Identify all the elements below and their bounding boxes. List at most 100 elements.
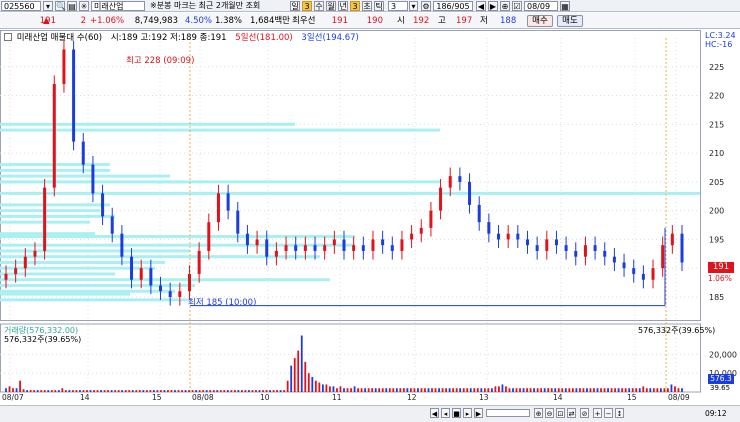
zoom-out-icon[interactable]: ⊖ bbox=[545, 408, 554, 418]
volume-bar bbox=[392, 388, 395, 392]
volume-bar bbox=[226, 390, 229, 392]
price-tick-label: 215 bbox=[709, 120, 724, 129]
period-week-button[interactable]: 수 bbox=[314, 1, 324, 11]
volume-bar bbox=[522, 388, 525, 392]
candle-body bbox=[33, 250, 37, 257]
volume-bar bbox=[350, 388, 352, 392]
candle-body bbox=[245, 233, 249, 246]
volume-bar bbox=[54, 390, 57, 392]
volume-bar bbox=[519, 388, 521, 392]
stop-icon[interactable]: ■ bbox=[452, 408, 461, 418]
sell-button[interactable]: 매도 bbox=[557, 15, 583, 27]
scrollbar-track[interactable] bbox=[486, 409, 530, 417]
interval-input[interactable]: 3 bbox=[388, 1, 408, 11]
profile-bar bbox=[0, 128, 440, 132]
volume-bar bbox=[177, 390, 180, 392]
best-bid: 190 bbox=[366, 16, 383, 26]
gear-icon[interactable]: ⚙ bbox=[421, 1, 431, 11]
profile-bar bbox=[0, 235, 355, 239]
volume-bar bbox=[195, 390, 198, 392]
volume-bar bbox=[223, 390, 226, 392]
volume-bar bbox=[529, 388, 532, 392]
volume-bar bbox=[374, 388, 377, 392]
menu-icon[interactable]: ▤ bbox=[67, 1, 77, 11]
volume-bar bbox=[659, 388, 662, 392]
time-tick-label: 12 bbox=[407, 393, 417, 402]
chart-area[interactable]: 18519019520020521021522022520,00010,0000… bbox=[0, 30, 740, 422]
volume-bar bbox=[564, 388, 567, 392]
minute-toggle[interactable]: 3 bbox=[350, 1, 360, 11]
volume-ratio: 4.50% bbox=[185, 16, 213, 26]
zoom-in-icon[interactable]: ⊕ bbox=[534, 408, 543, 418]
volume-bar bbox=[406, 388, 409, 392]
candle-body bbox=[226, 193, 230, 211]
candlestick-chart[interactable]: 18519019520020521021522022520,00010,0000… bbox=[0, 30, 740, 422]
scroll-left-icon[interactable]: ◀ bbox=[476, 1, 486, 11]
notice-text: ※분봉 마크는 최근 2개월만 조회 bbox=[150, 1, 261, 10]
candle-body bbox=[458, 176, 462, 182]
volume-bar bbox=[8, 386, 11, 392]
period-tick-button[interactable]: 틱 bbox=[374, 1, 384, 11]
search-icon[interactable]: 🔍 bbox=[55, 1, 66, 11]
move-icon[interactable]: ↕ bbox=[615, 408, 624, 418]
volume-bar bbox=[191, 390, 194, 392]
volume-bar bbox=[459, 388, 462, 392]
volume-bar bbox=[635, 388, 638, 392]
scroll-next-icon[interactable]: ▸ bbox=[463, 408, 472, 418]
period-year-button[interactable]: 년 bbox=[338, 1, 348, 11]
volume-bar bbox=[29, 390, 32, 392]
volume-bar bbox=[19, 380, 21, 392]
trade-amount: 1,684백만 bbox=[250, 16, 290, 26]
candle-body bbox=[390, 245, 394, 251]
volume-bar bbox=[638, 388, 641, 392]
volume-bar bbox=[568, 388, 571, 392]
calendar-check-icon[interactable]: ☑ bbox=[512, 1, 522, 11]
toggle-icon[interactable]: ⇄ bbox=[567, 408, 576, 418]
volume-bar bbox=[547, 388, 550, 392]
add-icon[interactable]: + bbox=[593, 408, 602, 418]
scroll-prev-icon[interactable]: ◂ bbox=[441, 408, 450, 418]
candle-body bbox=[497, 233, 501, 240]
volume-bar bbox=[244, 390, 247, 392]
up-arrow-icon: ▲ bbox=[43, 16, 50, 26]
stock-code-input[interactable]: 025560 bbox=[1, 1, 41, 11]
scroll-right-icon[interactable]: ▶ bbox=[488, 1, 498, 11]
volume-bar bbox=[346, 388, 349, 392]
date-input[interactable]: 08/09 bbox=[524, 1, 558, 11]
volume-bar bbox=[33, 390, 36, 392]
volume-bar bbox=[96, 390, 99, 392]
reset-icon[interactable]: ⊕ bbox=[500, 1, 510, 11]
volume-bar bbox=[571, 388, 574, 392]
candle-body bbox=[429, 210, 433, 228]
interval-dropdown-icon[interactable]: ▾ bbox=[409, 1, 418, 11]
profile-bar bbox=[0, 298, 190, 302]
settings-icon[interactable]: ✳ bbox=[79, 1, 89, 11]
candle-body bbox=[554, 239, 558, 246]
volume-bar bbox=[487, 388, 490, 392]
candle-body bbox=[680, 233, 684, 263]
volume-bar bbox=[314, 380, 317, 392]
volume-bar bbox=[318, 382, 321, 392]
period-minute-button[interactable]: 3 bbox=[302, 1, 312, 11]
legend-box-icon[interactable] bbox=[4, 33, 12, 41]
subtract-icon[interactable]: − bbox=[604, 408, 613, 418]
period-second-button[interactable]: 초 bbox=[362, 1, 372, 11]
code-dropdown-icon[interactable]: ▾ bbox=[43, 1, 53, 11]
volume-bar bbox=[47, 390, 50, 392]
scroll-first-icon[interactable]: ◀ bbox=[430, 408, 439, 418]
period-month-button[interactable]: 월 bbox=[326, 1, 336, 11]
buy-button[interactable]: 매수 bbox=[527, 15, 553, 27]
scroll-last-icon[interactable]: ▶ bbox=[474, 408, 483, 418]
candle-body bbox=[651, 268, 655, 280]
candle-body bbox=[612, 256, 616, 263]
time-tick-label: 15 bbox=[627, 393, 637, 402]
clear-icon[interactable]: ⊘ bbox=[580, 408, 589, 418]
zoom-fit-icon[interactable]: ⊡ bbox=[556, 408, 565, 418]
candle-body bbox=[274, 250, 278, 257]
volume-bar bbox=[381, 388, 384, 392]
volume-bar bbox=[297, 350, 300, 392]
calendar-icon[interactable]: ▦ bbox=[560, 1, 570, 11]
period-day-button[interactable]: 일 bbox=[290, 1, 300, 11]
candle-body bbox=[400, 239, 404, 251]
volume-bar bbox=[663, 388, 666, 392]
